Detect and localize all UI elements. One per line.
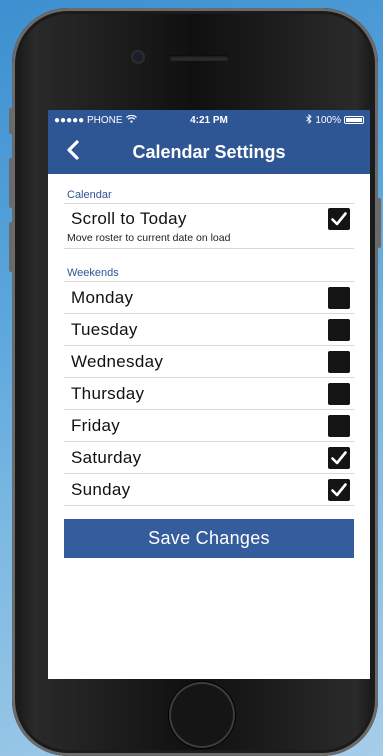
day-label: Saturday [71,447,142,467]
day-checkbox-sunday[interactable] [328,478,350,501]
checkmark-icon [331,450,347,464]
mute-switch [9,108,13,134]
day-row-friday[interactable]: Friday [64,410,354,442]
front-camera [133,52,143,62]
scroll-to-today-label: Scroll to Today [71,209,187,228]
day-label: Tuesday [71,319,138,339]
screen: ●●●●● PHONE 4:21 PM 100% Calendar Settin… [48,110,370,679]
day-checkbox-wednesday[interactable] [328,350,350,373]
day-checkbox-tuesday[interactable] [328,318,350,341]
page-title: Calendar Settings [132,141,286,162]
day-label: Thursday [71,383,145,403]
scroll-to-today-checkbox[interactable] [328,208,350,230]
home-button[interactable] [169,682,235,748]
day-checkbox-friday[interactable] [328,414,350,437]
day-row-monday[interactable]: Monday [64,282,354,314]
day-label: Friday [71,415,121,435]
power-button [377,198,381,248]
phone-frame: ●●●●● PHONE 4:21 PM 100% Calendar Settin… [9,8,381,756]
weekend-day-list: Monday Tuesday Wednesday Thursday Friday Satu… [64,282,354,506]
status-bar: ●●●●● PHONE 4:21 PM 100% [48,110,370,130]
day-label: Wednesday [71,351,164,371]
battery-icon [344,116,364,124]
status-time: 4:21 PM [190,114,228,126]
day-row-saturday[interactable]: Saturday [64,442,354,474]
day-checkbox-thursday[interactable] [328,382,350,405]
save-changes-button[interactable]: Save Changes [64,519,354,558]
volume-up-button [9,158,13,208]
section-header-weekends: Weekends [64,262,354,282]
day-row-tuesday[interactable]: Tuesday [64,314,354,346]
chevron-left-icon [66,139,80,165]
checkmark-icon [331,482,347,496]
day-label: Monday [71,287,134,307]
checkmark-icon [331,212,347,226]
back-button[interactable] [60,138,86,166]
settings-content: Calendar Scroll to Today Move roster to … [48,174,370,558]
day-checkbox-monday[interactable] [328,286,350,309]
day-row-thursday[interactable]: Thursday [64,378,354,410]
scroll-to-today-subtitle: Move roster to current date on load [67,232,231,244]
scroll-to-today-row[interactable]: Scroll to Today Move roster to current d… [64,204,354,249]
earpiece-speaker [169,55,229,61]
section-header-calendar: Calendar [64,184,354,204]
day-row-sunday[interactable]: Sunday [64,474,354,506]
navigation-bar: Calendar Settings [48,130,370,174]
day-row-wednesday[interactable]: Wednesday [64,346,354,378]
day-label: Sunday [71,479,131,499]
volume-down-button [9,222,13,272]
day-checkbox-saturday[interactable] [328,446,350,469]
